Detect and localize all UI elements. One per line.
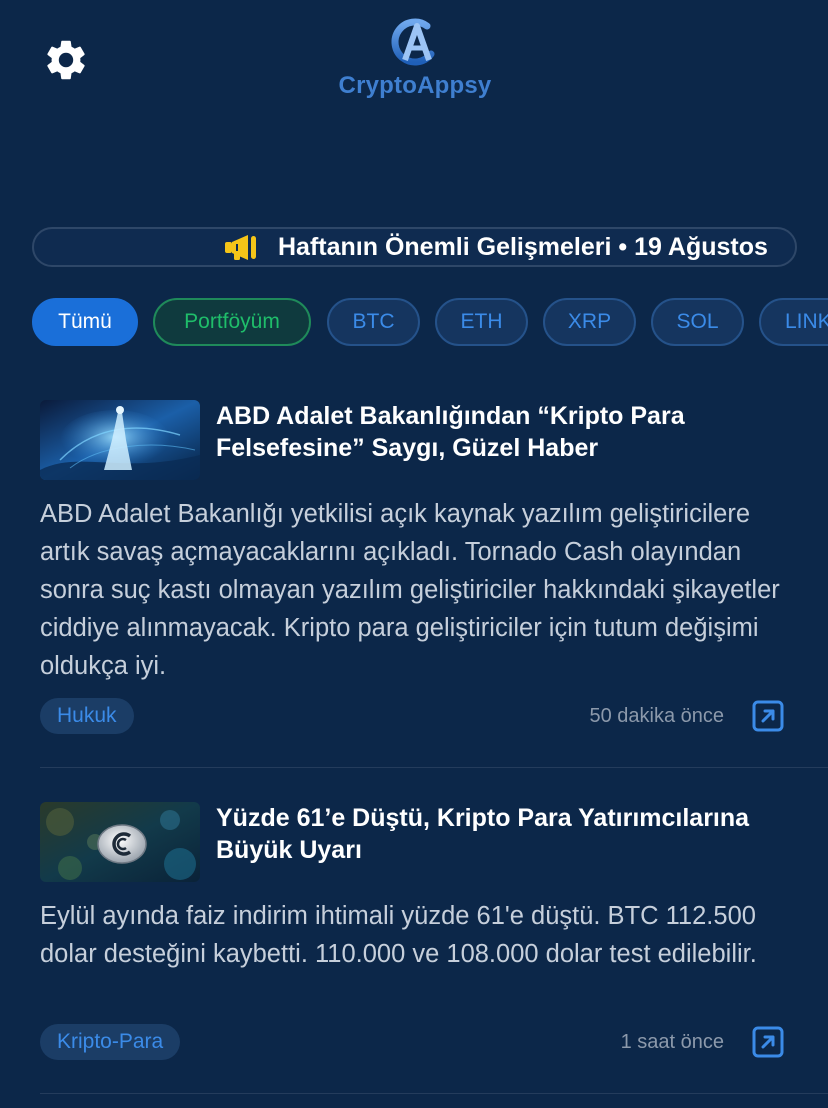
filter-chip-portfolio[interactable]: Portföyüm [153, 298, 311, 346]
divider [40, 767, 828, 768]
megaphone-icon [225, 235, 256, 260]
news-timestamp: 50 dakika önce [589, 705, 724, 727]
news-title[interactable]: ABD Adalet Bakanlığından “Kripto Para Fe… [216, 400, 816, 464]
news-card[interactable]: Yüzde 61’e Düştü, Kripto Para Yatırımcıl… [40, 802, 828, 1072]
filter-chip-bar: Tümü Portföyüm BTC ETH XRP SOL LINK [32, 298, 828, 348]
filter-chip-eth[interactable]: ETH [435, 298, 528, 346]
banner-text: Haftanın Önemli Gelişmeleri • 19 Ağustos [278, 232, 768, 261]
weekly-highlights-banner[interactable]: Haftanın Önemli Gelişmeleri • 19 Ağustos [32, 227, 797, 267]
news-summary: ABD Adalet Bakanlığı yetkilisi açık kayn… [40, 500, 780, 680]
news-timestamp: 1 saat önce [620, 1031, 724, 1053]
settings-button[interactable] [42, 36, 90, 84]
app-logo: CryptoAppsy [330, 14, 500, 106]
filter-chip-btc[interactable]: BTC [327, 298, 420, 346]
external-link-icon[interactable] [752, 1026, 784, 1058]
filter-chip-all[interactable]: Tümü [32, 298, 138, 346]
filter-chip-link[interactable]: LINK [759, 298, 828, 346]
news-category-tag[interactable]: Kripto-Para [40, 1024, 181, 1060]
external-link-icon[interactable] [752, 700, 784, 732]
gear-icon [47, 40, 85, 80]
news-summary: Eylül ayında faiz indirim ihtimali yüzde… [40, 902, 757, 968]
news-category-tag[interactable]: Hukuk [40, 698, 134, 734]
logo-mark-icon [391, 18, 435, 66]
news-title[interactable]: Yüzde 61’e Düştü, Kripto Para Yatırımcıl… [216, 802, 816, 866]
filter-chip-sol[interactable]: SOL [651, 298, 744, 346]
news-thumbnail [40, 400, 200, 480]
news-thumbnail [40, 802, 200, 882]
logo-text: CryptoAppsy [338, 72, 492, 99]
filter-chip-xrp[interactable]: XRP [543, 298, 636, 346]
news-card[interactable]: ABD Adalet Bakanlığından “Kripto Para Fe… [40, 400, 828, 740]
divider [40, 1093, 828, 1094]
